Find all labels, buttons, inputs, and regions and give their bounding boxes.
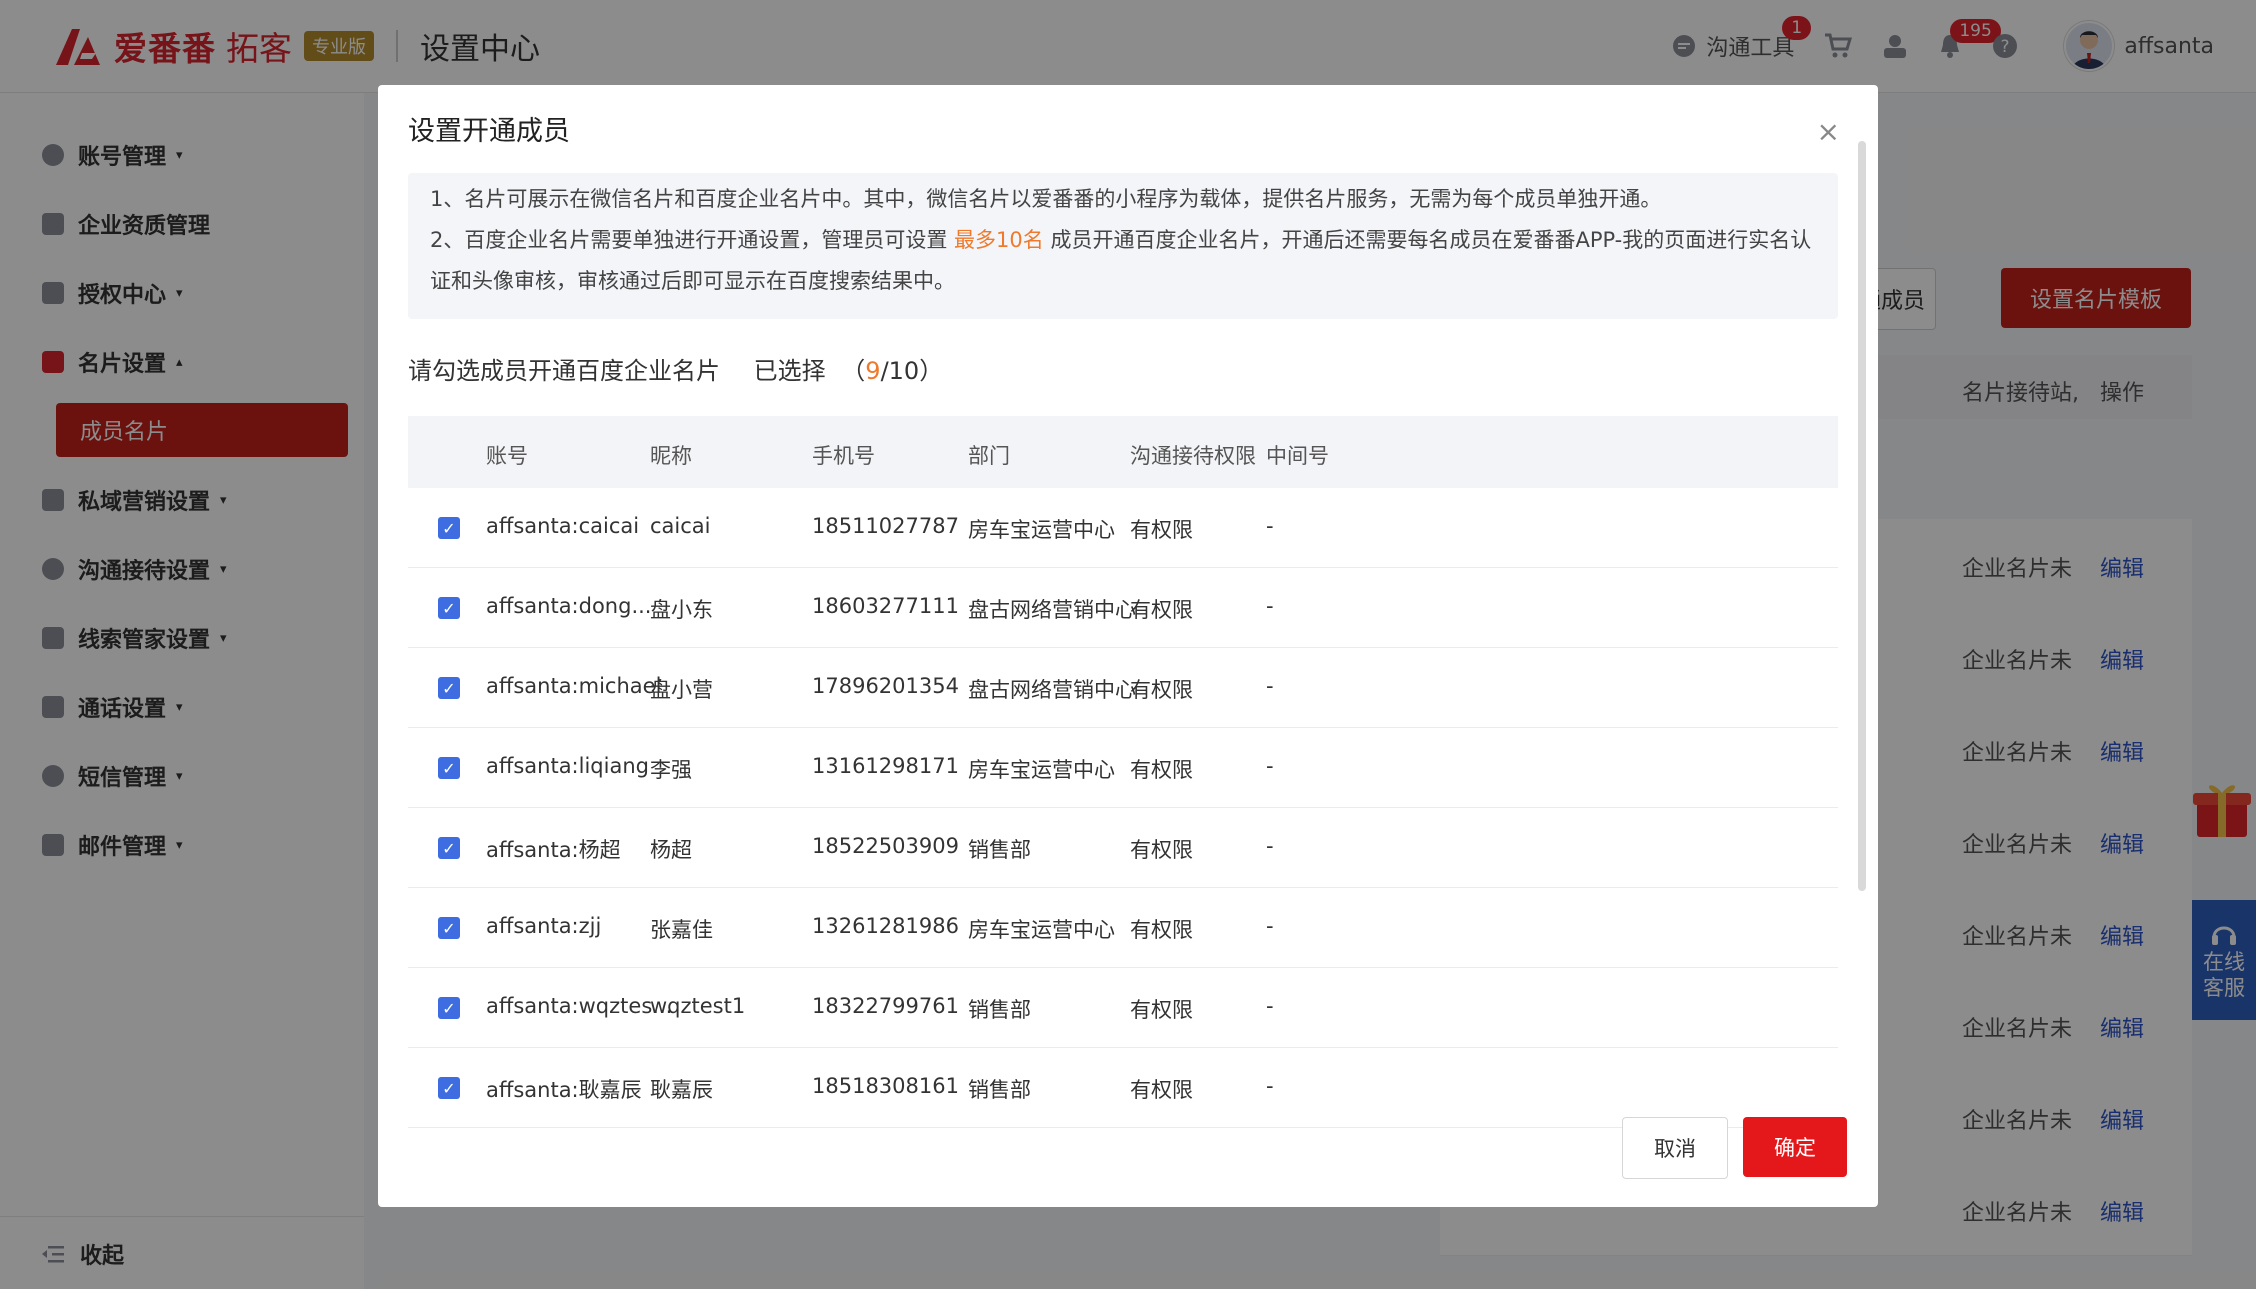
department-cell: 房车宝运营中心: [968, 758, 1115, 782]
selected-count: 9: [865, 357, 881, 385]
row-checkbox[interactable]: ✓: [438, 597, 460, 619]
mid-number-cell: -: [1266, 994, 1274, 1018]
set-members-modal: 设置开通成员 × 1、名片可展示在微信名片和百度企业名片中。其中，微信名片以爱番…: [378, 85, 1878, 1207]
permission-cell: 有权限: [1130, 838, 1193, 862]
table-row[interactable]: ✓ affsanta:liqiang 李强 13161298171 房车宝运营中…: [408, 728, 1838, 808]
close-icon[interactable]: ×: [1817, 115, 1840, 148]
row-checkbox[interactable]: ✓: [438, 757, 460, 779]
department-cell: 销售部: [968, 998, 1031, 1022]
column-header-mid-number: 中间号: [1266, 444, 1329, 468]
confirm-button[interactable]: 确定: [1743, 1117, 1847, 1177]
mid-number-cell: -: [1266, 834, 1274, 858]
nickname-cell: 杨超: [650, 838, 692, 862]
permission-cell: 有权限: [1130, 998, 1193, 1022]
selection-summary: 请勾选成员开通百度企业名片 已选择 （9/10）: [408, 357, 944, 385]
modal-scrollbar[interactable]: [1858, 141, 1866, 891]
column-header-phone: 手机号: [812, 444, 875, 468]
account-cell: affsanta:dong...: [486, 594, 652, 618]
row-checkbox[interactable]: ✓: [438, 917, 460, 939]
mid-number-cell: -: [1266, 1074, 1274, 1098]
permission-cell: 有权限: [1130, 518, 1193, 542]
mid-number-cell: -: [1266, 594, 1274, 618]
notice-highlight: 最多10名: [954, 228, 1044, 252]
table-row[interactable]: ✓ affsanta:杨超 杨超 18522503909 销售部 有权限 -: [408, 808, 1838, 888]
account-cell: affsanta:michael: [486, 674, 662, 698]
department-cell: 房车宝运营中心: [968, 518, 1115, 542]
table-row[interactable]: ✓ affsanta:zjj 张嘉佳 13261281986 房车宝运营中心 有…: [408, 888, 1838, 968]
department-cell: 盘古网络营销中心: [968, 678, 1136, 702]
notice-line-2: 2、百度企业名片需要单独进行开通设置，管理员可设置 最多10名 成员开通百度企业…: [430, 220, 1816, 302]
member-table: 账号 昵称 手机号 部门 沟通接待权限 中间号 ✓ affsanta:caica…: [408, 416, 1838, 1128]
table-row[interactable]: ✓ affsanta:wqztes... wqztest1 1832279976…: [408, 968, 1838, 1048]
mid-number-cell: -: [1266, 514, 1274, 538]
notice-line-1: 1、名片可展示在微信名片和百度企业名片中。其中，微信名片以爱番番的小程序为载体，…: [430, 187, 1662, 211]
selected-label: 已选择: [753, 357, 826, 385]
nickname-cell: 张嘉佳: [650, 918, 713, 942]
account-cell: affsanta:杨超: [486, 838, 621, 862]
permission-cell: 有权限: [1130, 918, 1193, 942]
department-cell: 销售部: [968, 838, 1031, 862]
department-cell: 盘古网络营销中心: [968, 598, 1136, 622]
row-checkbox[interactable]: ✓: [438, 837, 460, 859]
phone-cell: 18511027787: [812, 514, 959, 538]
account-cell: affsanta:wqztes...: [486, 994, 673, 1018]
account-cell: affsanta:zjj: [486, 914, 602, 938]
account-cell: affsanta:liqiang: [486, 754, 649, 778]
phone-cell: 18322799761: [812, 994, 959, 1018]
mid-number-cell: -: [1266, 674, 1274, 698]
nickname-cell: 李强: [650, 758, 692, 782]
nickname-cell: wqztest1: [650, 994, 746, 1018]
phone-cell: 18518308161: [812, 1074, 959, 1098]
table-row[interactable]: ✓ affsanta:耿嘉辰 耿嘉辰 18518308161 销售部 有权限 -: [408, 1048, 1838, 1128]
row-checkbox[interactable]: ✓: [438, 997, 460, 1019]
permission-cell: 有权限: [1130, 758, 1193, 782]
account-cell: affsanta:caicai: [486, 514, 640, 538]
nickname-cell: 耿嘉辰: [650, 1078, 713, 1102]
table-row[interactable]: ✓ affsanta:caicai caicai 18511027787 房车宝…: [408, 488, 1838, 568]
nickname-cell: caicai: [650, 514, 711, 538]
notice-box: 1、名片可展示在微信名片和百度企业名片中。其中，微信名片以爱番番的小程序为载体，…: [408, 173, 1838, 319]
select-label: 请勾选成员开通百度企业名片: [408, 357, 720, 385]
column-header-account: 账号: [486, 444, 528, 468]
row-checkbox[interactable]: ✓: [438, 1077, 460, 1099]
permission-cell: 有权限: [1130, 1078, 1193, 1102]
department-cell: 销售部: [968, 1078, 1031, 1102]
modal-title: 设置开通成员: [408, 116, 570, 147]
selected-max: /10: [880, 357, 920, 385]
column-header-department: 部门: [968, 444, 1010, 468]
table-row[interactable]: ✓ affsanta:michael 盘小营 17896201354 盘古网络营…: [408, 648, 1838, 728]
department-cell: 房车宝运营中心: [968, 918, 1115, 942]
phone-cell: 13161298171: [812, 754, 959, 778]
mid-number-cell: -: [1266, 914, 1274, 938]
table-row[interactable]: ✓ affsanta:dong... 盘小东 18603277111 盘古网络营…: [408, 568, 1838, 648]
notice-text: 2、百度企业名片需要单独进行开通设置，管理员可设置: [430, 228, 955, 252]
nickname-cell: 盘小东: [650, 598, 713, 622]
permission-cell: 有权限: [1130, 598, 1193, 622]
permission-cell: 有权限: [1130, 678, 1193, 702]
table-header: 账号 昵称 手机号 部门 沟通接待权限 中间号: [408, 416, 1838, 488]
column-header-nickname: 昵称: [650, 444, 692, 468]
row-checkbox[interactable]: ✓: [438, 677, 460, 699]
row-checkbox[interactable]: ✓: [438, 517, 460, 539]
phone-cell: 13261281986: [812, 914, 959, 938]
phone-cell: 17896201354: [812, 674, 959, 698]
phone-cell: 18522503909: [812, 834, 959, 858]
nickname-cell: 盘小营: [650, 678, 713, 702]
mid-number-cell: -: [1266, 754, 1274, 778]
phone-cell: 18603277111: [812, 594, 959, 618]
cancel-button[interactable]: 取消: [1622, 1117, 1728, 1179]
account-cell: affsanta:耿嘉辰: [486, 1078, 642, 1102]
column-header-permission: 沟通接待权限: [1130, 444, 1256, 468]
